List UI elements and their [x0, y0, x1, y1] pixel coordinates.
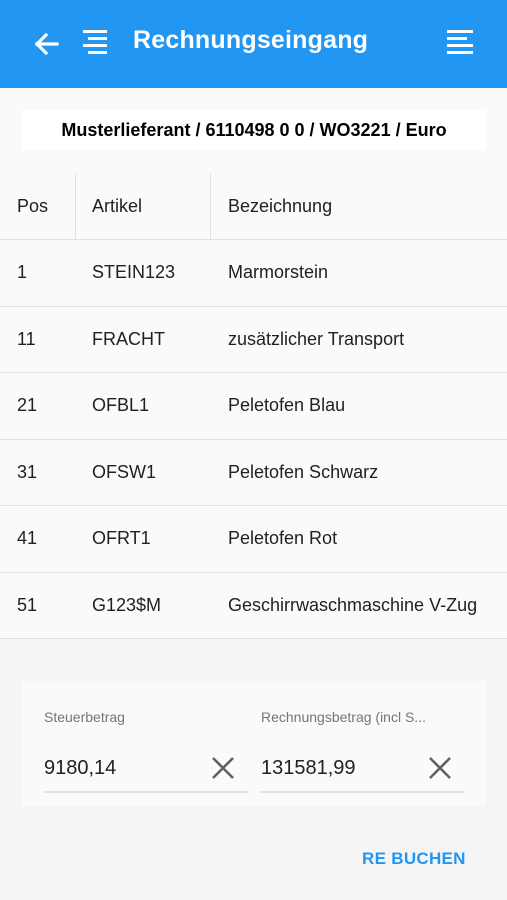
- cell-pos: 51: [17, 594, 38, 615]
- column-header-pos[interactable]: Pos: [17, 174, 48, 239]
- app-bar: Rechnungseingang: [0, 0, 507, 88]
- steuerbetrag-field[interactable]: Steuerbetrag 9180,14: [44, 681, 248, 806]
- table-row[interactable]: 1 STEIN123 Marmorstein: [0, 240, 507, 307]
- cell-bezeichnung: Peletofen Blau: [228, 395, 346, 416]
- re-buchen-button[interactable]: RE BUCHEN: [362, 849, 466, 869]
- list-lines-icon[interactable]: [80, 27, 110, 59]
- arrow-left-icon[interactable]: [30, 28, 62, 60]
- cell-artikel: G123$M: [92, 594, 162, 615]
- cell-bezeichnung: Peletofen Schwarz: [228, 461, 379, 482]
- clear-icon[interactable]: [427, 755, 453, 781]
- column-divider: [75, 174, 76, 239]
- position-table: Pos Artikel Bezeichnung 1 STEIN123 Marmo…: [0, 174, 507, 639]
- totals-card: Steuerbetrag 9180,14 Rechnungsbetrag (in…: [22, 681, 486, 806]
- cell-artikel: FRACHT: [92, 328, 165, 349]
- cell-artikel: OFBL1: [92, 395, 150, 416]
- cell-bezeichnung: Geschirrwaschmaschine V-Zug: [228, 594, 478, 615]
- table-row[interactable]: 51 G123$M Geschirrwaschmaschine V-Zug: [0, 573, 507, 639]
- rechnungsbetrag-label: Rechnungsbetrag (incl S...: [261, 709, 426, 725]
- steuerbetrag-input[interactable]: 9180,14: [44, 757, 116, 780]
- rechnungsbetrag-input[interactable]: 131581,99: [261, 757, 356, 780]
- cell-bezeichnung: Marmorstein: [228, 262, 329, 283]
- rechnungsbetrag-field[interactable]: Rechnungsbetrag (incl S... 131581,99: [261, 681, 464, 806]
- cell-artikel: STEIN123: [92, 262, 176, 283]
- table-header-row: Pos Artikel Bezeichnung: [0, 174, 507, 240]
- cell-pos: 21: [17, 395, 38, 416]
- cell-bezeichnung: zusätzlicher Transport: [228, 328, 405, 349]
- cell-pos: 31: [17, 461, 38, 482]
- cell-pos: 11: [17, 328, 36, 349]
- cell-pos: 41: [17, 528, 38, 549]
- cell-artikel: OFSW1: [92, 461, 157, 482]
- table-row[interactable]: 31 OFSW1 Peletofen Schwarz: [0, 440, 507, 506]
- table-row[interactable]: 11 FRACHT zusätzlicher Transport: [0, 307, 507, 373]
- cell-pos: 1: [17, 262, 28, 283]
- steuerbetrag-label: Steuerbetrag: [44, 709, 125, 725]
- cell-artikel: OFRT1: [92, 528, 151, 549]
- page-title: Rechnungseingang: [133, 26, 369, 54]
- table-row[interactable]: 21 OFBL1 Peletofen Blau: [0, 373, 507, 440]
- input-underline: [44, 791, 248, 793]
- supplier-info: Musterlieferant / 6110498 0 0 / WO3221 /…: [22, 110, 486, 150]
- cell-bezeichnung: Peletofen Rot: [228, 528, 338, 549]
- input-underline: [261, 791, 464, 793]
- column-divider: [210, 174, 211, 239]
- column-header-artikel[interactable]: Artikel: [92, 174, 142, 239]
- table-row[interactable]: 41 OFRT1 Peletofen Rot: [0, 506, 507, 573]
- clear-icon[interactable]: [210, 755, 236, 781]
- supplier-header: Musterlieferant / 6110498 0 0 / WO3221 /…: [0, 88, 507, 174]
- column-header-bezeichnung[interactable]: Bezeichnung: [228, 174, 332, 239]
- menu-lines-icon[interactable]: [445, 27, 477, 59]
